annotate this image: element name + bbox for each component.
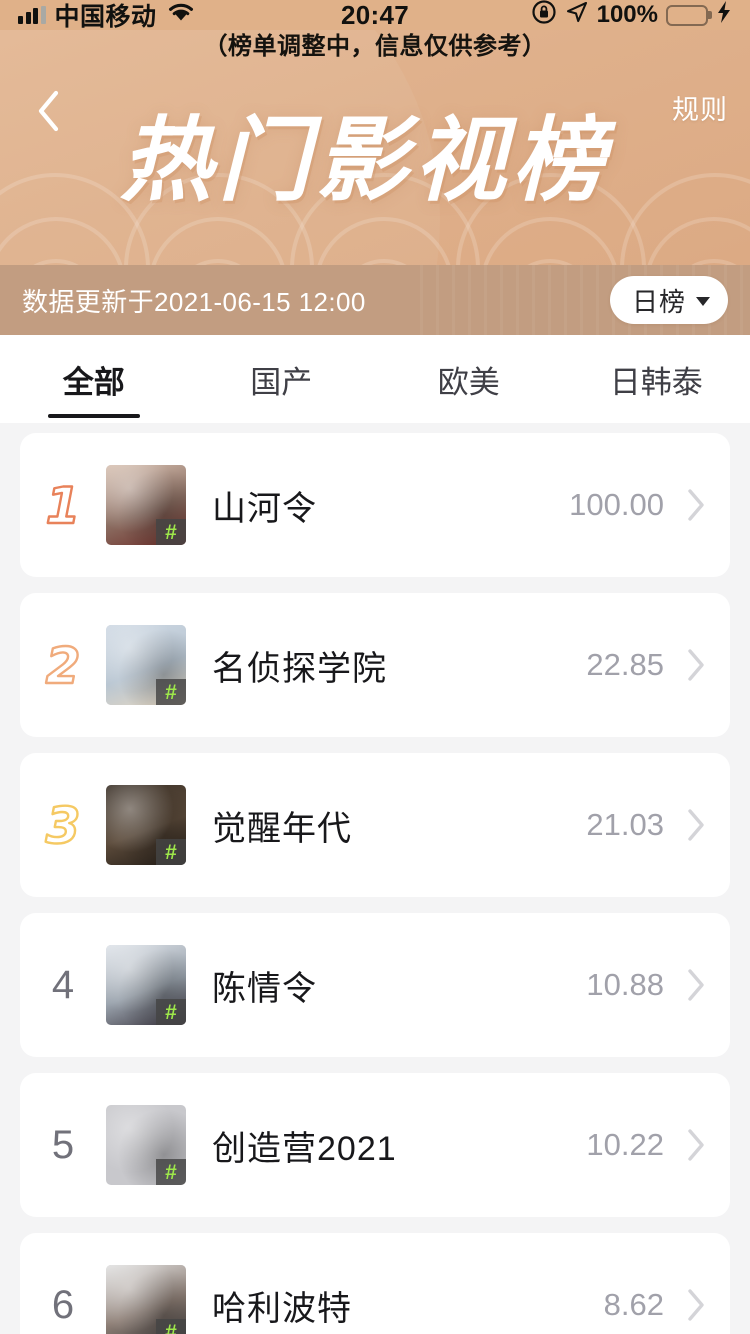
status-bar-left: 中国移动 <box>18 0 196 33</box>
tab-label: 欧美 <box>437 364 500 400</box>
signal-bars-icon <box>18 6 46 24</box>
ranking-row[interactable]: 6 # 哈利波特 8.62 <box>20 1233 730 1334</box>
heat-score: 100.00 <box>569 487 664 522</box>
back-button[interactable] <box>26 88 72 134</box>
hashtag-badge-icon: # <box>156 679 186 705</box>
tab-1[interactable]: 全部 <box>0 335 188 423</box>
ranking-row[interactable]: 5 # 创造营2021 10.22 <box>20 1073 730 1217</box>
rank-medal-icon: 3 <box>20 796 106 854</box>
rank-number: 6 <box>51 1283 75 1327</box>
poster-thumbnail: # <box>106 1265 186 1334</box>
svg-text:3: 3 <box>46 797 81 854</box>
lightning-bolt-icon <box>716 0 732 31</box>
rank-number: 4 <box>51 963 75 1007</box>
show-title: 名侦探学院 <box>212 649 387 688</box>
hashtag-badge-icon: # <box>156 999 186 1025</box>
chevron-right-icon <box>686 808 706 842</box>
period-selector[interactable]: 日榜 <box>609 276 728 324</box>
svg-text:2: 2 <box>46 637 81 694</box>
ranking-row[interactable]: 1 # 山河令 100.00 <box>20 433 730 577</box>
poster-thumbnail: # <box>106 1105 186 1185</box>
show-title: 觉醒年代 <box>212 809 352 848</box>
status-bar: 中国移动 20:47 100% <box>0 0 750 33</box>
tab-3[interactable]: 欧美 <box>375 335 563 423</box>
heat-score: 10.22 <box>586 1127 664 1162</box>
poster-thumbnail: # <box>106 625 186 705</box>
heat-score: 8.62 <box>603 1287 664 1322</box>
page-title: 热门影视榜 <box>119 107 610 214</box>
carrier-label: 中国移动 <box>54 3 157 31</box>
rotation-lock-icon <box>531 0 557 32</box>
hashtag-badge-icon: # <box>156 519 186 545</box>
heat-score: 10.88 <box>586 967 664 1002</box>
battery-icon <box>666 4 708 26</box>
location-arrow-icon <box>565 0 589 31</box>
tab-label: 全部 <box>62 364 125 400</box>
ranking-row[interactable]: 4 # 陈情令 10.88 <box>20 913 730 1057</box>
tab-2[interactable]: 国产 <box>188 335 376 423</box>
ranking-row[interactable]: 3 # 觉醒年代 21.03 <box>20 753 730 897</box>
rank-medal-icon: 2 <box>20 636 106 694</box>
chevron-down-icon <box>696 296 710 306</box>
rules-link[interactable]: 规则 <box>672 88 728 127</box>
chevron-right-icon <box>686 648 706 682</box>
rank-medal-icon: 1 <box>20 476 106 534</box>
update-bar: 数据更新于2021-06-15 12:00 日榜 <box>0 265 750 335</box>
poster-thumbnail: # <box>106 465 186 545</box>
status-bar-right: 100% <box>531 0 732 32</box>
ranking-row[interactable]: 2 # 名侦探学院 22.85 <box>20 593 730 737</box>
chevron-right-icon <box>686 488 706 522</box>
rank-number: 5 <box>51 1123 75 1167</box>
ranking-list: 1 # 山河令 100.00 2 # 名侦探学院 22.85 3 # 觉醒年代 21.03 4 # 陈情令 1… <box>0 423 750 1334</box>
heat-score: 21.03 <box>586 807 664 842</box>
hashtag-badge-icon: # <box>156 1319 186 1334</box>
chevron-right-icon <box>686 1288 706 1322</box>
category-tabs: 全部 国产 欧美 日韩泰 <box>0 335 750 423</box>
show-title: 创造营2021 <box>212 1129 397 1168</box>
poster-thumbnail: # <box>106 785 186 865</box>
chevron-right-icon <box>686 968 706 1002</box>
svg-text:1: 1 <box>46 477 81 534</box>
hashtag-badge-icon: # <box>156 839 186 865</box>
heat-score: 22.85 <box>586 647 664 682</box>
wifi-icon <box>166 1 196 30</box>
show-title: 陈情令 <box>212 969 317 1008</box>
hashtag-badge-icon: # <box>156 1159 186 1185</box>
show-title: 山河令 <box>212 489 317 528</box>
battery-percent-label: 100% <box>596 1 658 28</box>
tab-label: 日韩泰 <box>609 364 703 400</box>
poster-thumbnail: # <box>106 945 186 1025</box>
back-chevron-icon <box>34 88 64 134</box>
tab-label: 国产 <box>250 364 313 400</box>
chevron-right-icon <box>686 1128 706 1162</box>
page-header: 规则 热门影视榜 <box>0 30 750 265</box>
period-selector-label: 日榜 <box>631 286 686 317</box>
show-title: 哈利波特 <box>212 1289 352 1328</box>
tab-4[interactable]: 日韩泰 <box>563 335 750 423</box>
update-time-label: 数据更新于2021-06-15 12:00 <box>22 286 366 317</box>
